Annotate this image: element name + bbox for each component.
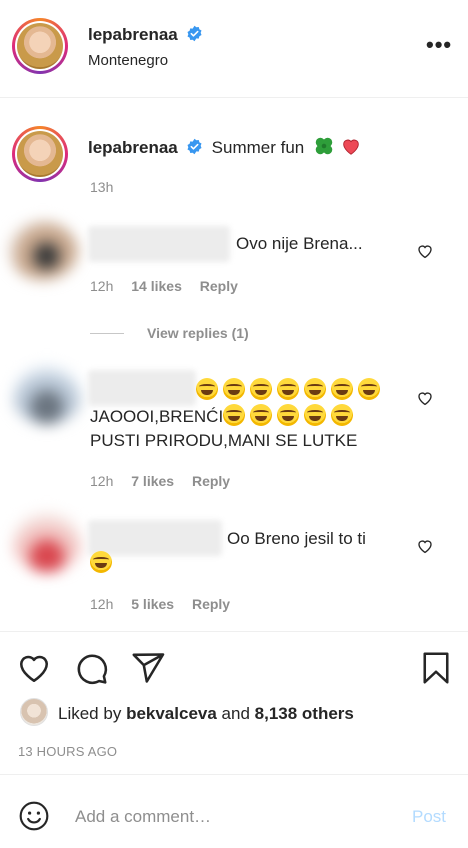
likes-count[interactable]: 8,138 others [255,704,354,723]
caption-username[interactable]: lepabrenaa [88,138,178,157]
actions-divider [0,631,468,632]
rofl-emoji-icon [223,378,245,400]
comment-meta: 12h 5 likes Reply [90,596,230,612]
comment-time[interactable]: 12h [90,473,113,489]
commenter-avatar[interactable] [8,220,78,280]
commenter-username[interactable] [88,370,196,406]
reply-button[interactable]: Reply [192,473,230,489]
emoji-smiley-icon[interactable] [18,800,50,832]
comment-time[interactable]: 12h [90,278,113,294]
comment-text: JAOOOI,BRENĆI [90,407,224,426]
post-time-ago[interactable]: 13 HOURS AGO [18,744,117,759]
like-heart-icon[interactable] [16,650,52,686]
rofl-emoji-icon [196,378,218,400]
liker-avatar[interactable] [20,698,48,726]
like-comment-heart-icon[interactable] [416,537,434,555]
comment-likes[interactable]: 14 likes [131,278,182,294]
reply-button[interactable]: Reply [192,596,230,612]
like-comment-heart-icon[interactable] [416,242,434,260]
comment-likes[interactable]: 5 likes [131,596,174,612]
save-bookmark-icon[interactable] [418,650,454,686]
rofl-emoji-icon [331,378,353,400]
rofl-emoji-icon [277,404,300,426]
rofl-emoji-icon [304,404,327,426]
more-options-button[interactable]: ••• [426,32,452,58]
add-comment-input[interactable]: Add a comment… [75,807,211,827]
verified-badge-icon [187,25,202,42]
reply-button[interactable]: Reply [200,278,238,294]
caption: lepabrenaa Summer fun [88,135,362,158]
like-comment-heart-icon[interactable] [416,389,434,407]
liker-username[interactable]: bekvalceva [126,704,217,723]
view-replies-button[interactable]: View replies (1) [147,325,249,341]
comment-text: PUSTI PRIRODU,MANI SE LUTKE [90,431,358,450]
post-location[interactable]: Montenegro [88,52,168,69]
red-heart-icon [343,139,359,155]
four-leaf-clover-icon [315,137,332,155]
comment-bubble-icon[interactable] [73,650,109,686]
commenter-avatar[interactable] [12,365,82,425]
comment-text: Oo Breno jesil to ti [227,529,366,548]
commenter-username[interactable] [88,226,230,262]
verified-badge-icon [187,138,202,155]
emoji-row [90,551,117,574]
emoji-row [196,378,385,401]
rofl-emoji-icon [250,378,272,400]
rofl-emoji-icon [304,378,326,400]
rofl-emoji-icon [358,378,380,400]
comment-box-divider [0,774,468,775]
liked-by-and: and [221,704,250,723]
rofl-emoji-icon [223,404,246,426]
comment-meta: 12h 14 likes Reply [90,278,238,294]
comment-meta: 12h 7 likes Reply [90,473,230,489]
rofl-emoji-icon [90,551,112,573]
post-comment-button[interactable]: Post [412,807,446,827]
rofl-emoji-icon [331,404,354,426]
header-username[interactable]: lepabrenaa [88,25,178,44]
caption-text: Summer fun [211,138,305,157]
liked-by-summary: Liked by bekvalceva and 8,138 others [58,704,354,724]
comment-text-line: JAOOOI,BRENĆI [90,404,358,429]
view-replies-line [90,333,124,334]
comment-time[interactable]: 12h [90,596,113,612]
share-send-icon[interactable] [130,650,166,686]
commenter-avatar[interactable] [12,512,82,572]
liked-by-prefix: Liked by [58,704,122,723]
comment-text: Ovo nije Brena... [236,234,363,253]
rofl-emoji-icon [277,378,299,400]
caption-avatar[interactable] [12,126,68,182]
rofl-emoji-icon [250,404,273,426]
profile-avatar[interactable] [12,18,68,74]
header-divider [0,97,468,98]
comment-likes[interactable]: 7 likes [131,473,174,489]
caption-time[interactable]: 13h [90,179,113,195]
